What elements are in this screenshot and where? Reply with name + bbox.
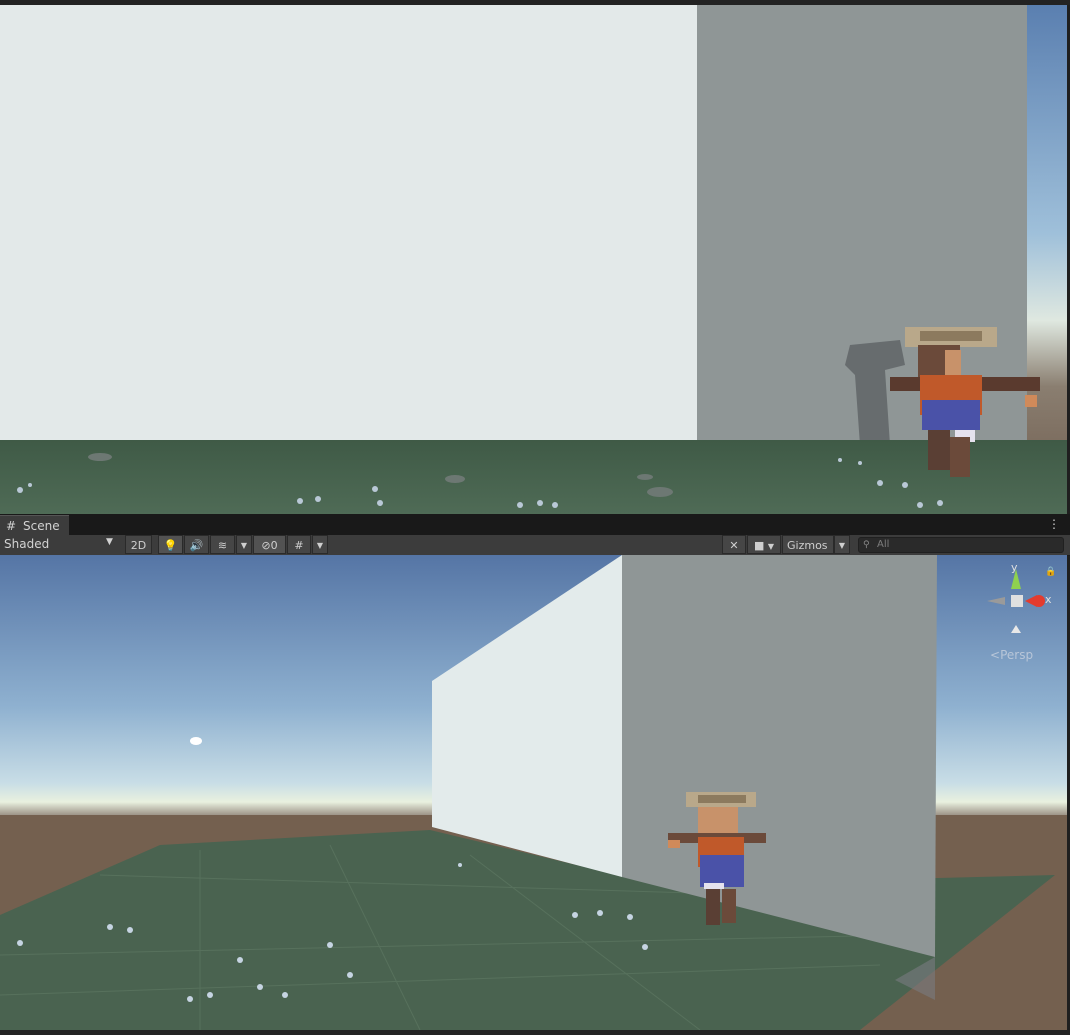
chevron-down-icon: ▼ [240, 541, 248, 550]
camera-icon: ■ [753, 539, 765, 552]
chevron-down-icon: ▼ [106, 537, 113, 547]
y-axis-label: y [1011, 561, 1018, 574]
game-view[interactable] [0, 5, 1067, 514]
lighting-toggle-button[interactable]: 💡 [158, 535, 183, 554]
projection-toggle[interactable]: <Persp [990, 648, 1033, 662]
scene-view[interactable]: y x 🔒 <Persp [0, 555, 1067, 1030]
hidden-count: 0 [270, 539, 278, 552]
shading-mode-label: Shaded [4, 537, 50, 551]
shading-mode-dropdown[interactable]: Shaded ▼ [0, 535, 120, 554]
gizmo-center-cube [1011, 595, 1023, 607]
search-field[interactable]: ⚲ All [858, 537, 1064, 553]
hidden-objects-toggle[interactable]: ⊘0 [253, 535, 286, 554]
chevron-down-icon: ▼ [767, 542, 775, 551]
orientation-gizmo[interactable]: y x [985, 561, 1055, 645]
gizmos-button[interactable]: Gizmos [782, 535, 834, 554]
tab-scene[interactable]: # Scene [0, 515, 69, 536]
effects-dropdown-button[interactable]: ▼ [236, 535, 252, 554]
projection-label: Persp [1000, 648, 1034, 662]
chevron-down-icon: ▼ [838, 541, 846, 550]
lightbulb-icon: 💡 [163, 539, 178, 552]
tab-scene-label: Scene [23, 519, 60, 533]
search-placeholder: All [877, 539, 890, 550]
x-axis-label: x [1045, 593, 1052, 606]
projection-arrow-icon: < [990, 648, 1001, 662]
grid-icon: # [294, 539, 304, 552]
tools-button[interactable]: ✕ [722, 535, 746, 554]
grid-icon: # [6, 519, 17, 533]
x-axis-cap [1033, 595, 1045, 607]
chevron-down-icon: ▼ [316, 541, 324, 550]
neg-x-axis-cone [987, 597, 1005, 605]
wall-front-face [0, 5, 698, 441]
kebab-menu-icon[interactable]: ⋮ [1048, 515, 1060, 533]
camera-settings-button[interactable]: ■ ▼ [747, 535, 781, 554]
audio-toggle-button[interactable]: 🔊 [184, 535, 209, 554]
grid-toggle-button[interactable]: # [287, 535, 311, 554]
effects-toggle-button[interactable]: ≋ [210, 535, 235, 554]
grid-dropdown-button[interactable]: ▼ [312, 535, 328, 554]
eye-slash-icon: ⊘ [261, 539, 271, 552]
scene-tab-bar [0, 514, 1070, 535]
speaker-icon: 🔊 [189, 539, 204, 552]
toggle-2d-button[interactable]: 2D [125, 535, 152, 554]
search-icon: ⚲ [863, 540, 870, 550]
gizmos-dropdown-button[interactable]: ▼ [834, 535, 850, 554]
cloud [190, 737, 202, 745]
sky [1020, 5, 1067, 514]
layers-icon: ≋ [217, 539, 228, 552]
window-bottom-strip [0, 1030, 1070, 1035]
ground [0, 440, 1067, 514]
wrench-icon: ✕ [729, 539, 739, 552]
lock-icon[interactable]: 🔒 [1045, 567, 1056, 577]
z-axis-cone [1011, 625, 1021, 633]
